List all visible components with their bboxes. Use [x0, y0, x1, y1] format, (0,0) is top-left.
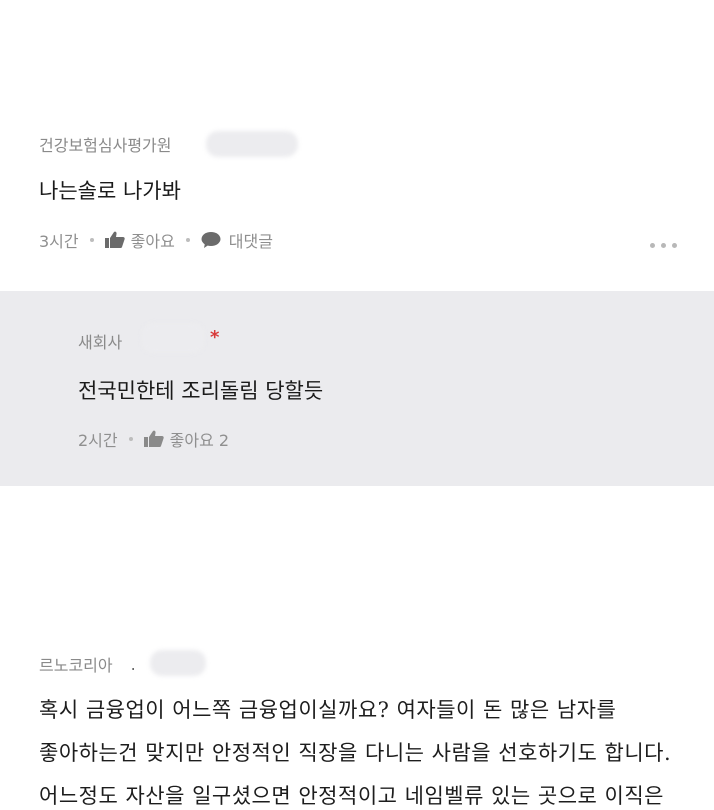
separator-dot — [128, 437, 133, 441]
reply-like-label: 좋아요 2 — [169, 431, 230, 450]
comment-meta: 3시간 좋아요 대댓글 — [39, 228, 273, 252]
bottom-text-line: 어느정도 자산을 일구셨으면 안정적이고 네임벨류 있는 곳으로 이직은 — [39, 784, 665, 808]
separator-dot — [89, 238, 94, 242]
speech-bubble-icon — [201, 232, 221, 248]
reply-label: 대댓글 — [228, 232, 273, 251]
separator-dot — [185, 238, 190, 242]
author-badge-blurred — [206, 131, 298, 157]
bottom-author-suffix: . — [130, 654, 136, 674]
reply-like-button[interactable]: 좋아요 2 — [143, 427, 230, 451]
reply-meta: 2시간 좋아요 2 — [78, 427, 229, 451]
reply-author[interactable]: 새회사 — [78, 329, 122, 353]
author-badge-blurred — [142, 323, 204, 353]
bottom-author-row: 르노코리아 . — [39, 652, 136, 676]
bottom-author[interactable]: 르노코리아 — [39, 652, 113, 676]
reply-time: 2시간 — [78, 431, 118, 450]
thumbs-up-icon — [143, 430, 164, 447]
comment-author[interactable]: 건강보험심사평가원 — [39, 132, 171, 156]
reply-button[interactable]: 대댓글 — [201, 228, 273, 252]
comment-text: 나는솔로 나가봐 — [39, 179, 181, 203]
like-button[interactable]: 좋아요 — [104, 228, 175, 252]
comment-time: 3시간 — [39, 232, 79, 251]
more-dots-icon[interactable] — [650, 243, 677, 248]
like-label: 좋아요 — [130, 232, 175, 251]
bottom-text-line: 혹시 금융업이 어느쪽 금융업이실까요? 여자들이 돈 많은 남자를 — [39, 698, 617, 722]
reply-text: 전국민한테 조리돌림 당할듯 — [78, 379, 324, 403]
author-badge-blurred — [150, 650, 206, 676]
thumbs-up-icon — [104, 231, 125, 248]
reply-container: 새회사 * 전국민한테 조리돌림 당할듯 2시간 좋아요 2 — [0, 291, 714, 486]
new-marker: * — [210, 327, 220, 348]
bottom-text-line: 좋아하는건 맞지만 안정적인 직장을 다니는 사람을 선호하기도 합니다. — [39, 741, 672, 765]
